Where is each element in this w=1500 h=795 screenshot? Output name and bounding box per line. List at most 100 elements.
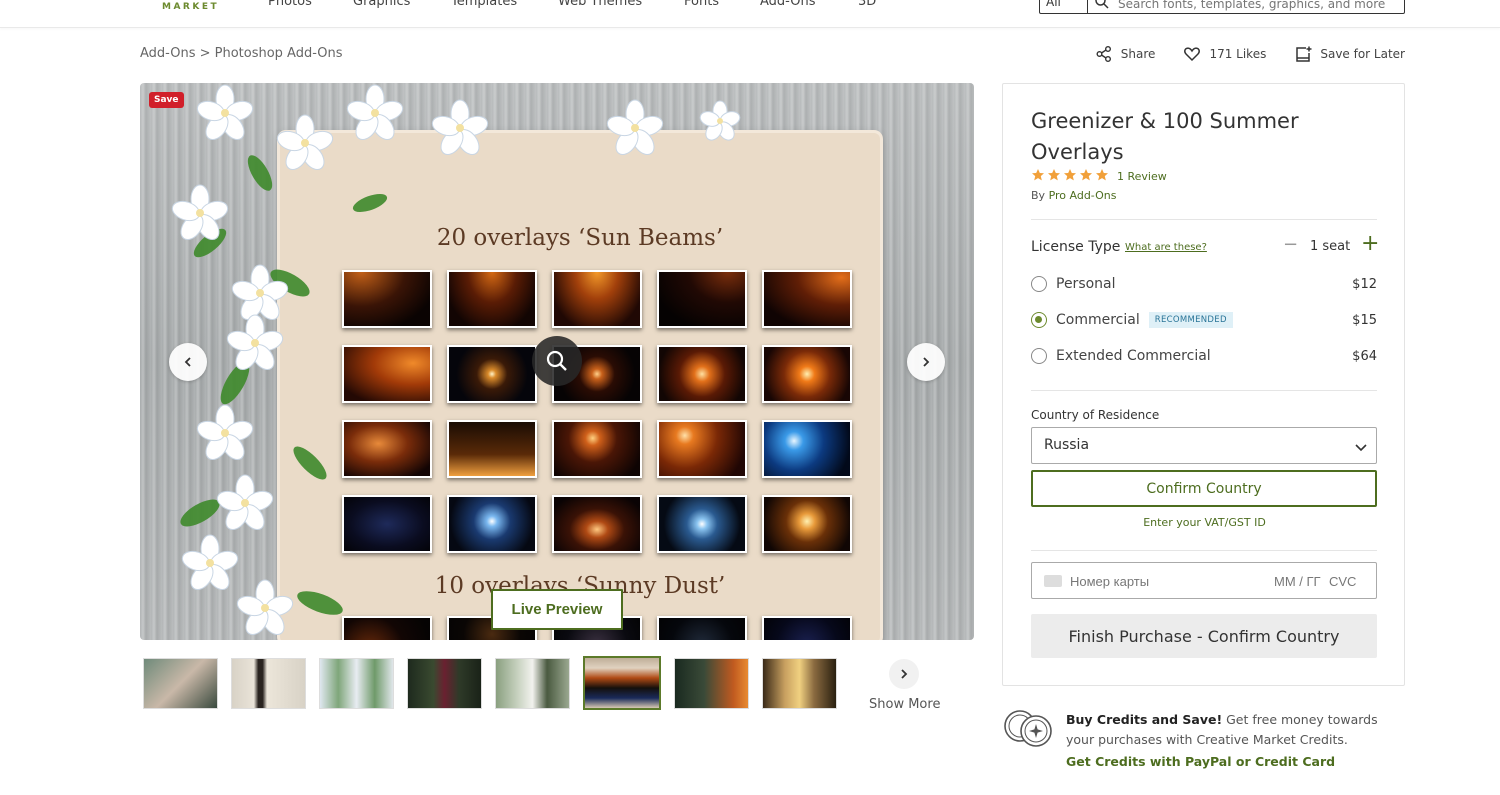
license-option-personal[interactable]: Personal $12 <box>1031 273 1377 295</box>
seat-increment-button[interactable]: + <box>1361 233 1379 255</box>
prev-image-button[interactable] <box>169 343 207 381</box>
overlay-thumb <box>342 345 432 403</box>
heart-icon <box>1184 47 1201 62</box>
radio-extended-commercial[interactable] <box>1031 348 1047 364</box>
get-credits-link[interactable]: Get Credits with PayPal or Credit Card <box>1066 754 1335 769</box>
logo-subtitle: MARKET <box>162 2 220 12</box>
star-icon <box>1080 169 1092 181</box>
pinterest-save-button[interactable]: Save <box>149 92 184 108</box>
confirm-country-button[interactable]: Confirm Country <box>1031 470 1377 507</box>
thumbnail[interactable] <box>319 658 394 709</box>
thumbnail[interactable] <box>407 658 482 709</box>
breadcrumb[interactable]: Add-Ons > Photoshop Add-Ons <box>140 46 343 61</box>
share-icon <box>1096 46 1111 62</box>
radio-commercial[interactable] <box>1031 312 1047 328</box>
overlay-thumb <box>342 616 432 640</box>
overlay-thumb <box>552 495 642 553</box>
overlay-thumb <box>762 420 852 478</box>
nav-photos[interactable]: Photos <box>268 0 312 9</box>
search-category-select[interactable]: All <box>1040 0 1088 13</box>
credit-card-icon <box>1044 575 1062 587</box>
star-icon <box>1064 169 1076 181</box>
overlay-thumb <box>657 495 747 553</box>
thumbnail-active[interactable] <box>583 656 661 710</box>
thumbnail[interactable] <box>143 658 218 709</box>
next-image-button[interactable] <box>907 343 945 381</box>
license-help-link[interactable]: What are these? <box>1125 242 1207 253</box>
overlay-thumb <box>447 345 537 403</box>
overlay-thumb <box>552 420 642 478</box>
license-option-price: $15 <box>1352 312 1377 328</box>
like-button[interactable]: 171 Likes <box>1183 45 1266 63</box>
credits-headline: Buy Credits and Save! <box>1066 712 1223 727</box>
collage-title-sun-beams: 20 overlays ‘Sun Beams’ <box>436 225 724 251</box>
card-number-input[interactable]: Номер карты <box>1070 574 1149 589</box>
license-type-label: License Type <box>1031 239 1121 255</box>
overlay-thumb <box>657 345 747 403</box>
overlay-thumb <box>762 495 852 553</box>
nav-3d[interactable]: 3D <box>858 0 876 9</box>
license-option-label: Personal <box>1056 276 1116 292</box>
overlay-thumb <box>552 270 642 328</box>
share-button[interactable]: Share <box>1095 45 1155 63</box>
license-option-price: $12 <box>1352 276 1377 292</box>
country-select[interactable]: Russia <box>1031 427 1377 464</box>
license-option-extended-commercial[interactable]: Extended Commercial $64 <box>1031 345 1377 367</box>
divider <box>1031 390 1377 391</box>
creative-market-logo[interactable]: MARKET <box>140 0 240 14</box>
overlay-thumb <box>762 345 852 403</box>
by-prefix: By <box>1031 189 1046 202</box>
overlay-thumb <box>657 420 747 478</box>
thumbnail-strip <box>143 656 837 710</box>
live-preview-button[interactable]: Live Preview <box>491 589 623 630</box>
license-option-label: Commercial <box>1056 312 1140 328</box>
product-actions: Share 171 Likes Save for Later <box>1095 45 1405 63</box>
star-icon <box>1048 169 1060 181</box>
likes-count: 171 Likes <box>1209 47 1267 61</box>
search-icon <box>1095 0 1109 9</box>
overlay-thumb <box>762 270 852 328</box>
purchase-panel: Greenizer & 100 Summer Overlays 1 Review… <box>1002 83 1405 686</box>
finish-purchase-button[interactable]: Finish Purchase - Confirm Country <box>1031 614 1377 658</box>
card-cvc-input[interactable]: CVC <box>1329 574 1356 589</box>
country-label: Country of Residence <box>1031 408 1160 422</box>
license-option-price: $64 <box>1352 348 1377 364</box>
save-for-later-button[interactable]: Save for Later <box>1294 45 1405 63</box>
overlay-thumb <box>342 270 432 328</box>
author-link[interactable]: Pro Add-Ons <box>1049 189 1117 202</box>
thumbnail[interactable] <box>495 658 570 709</box>
divider <box>1031 219 1377 220</box>
product-preview-image[interactable]: 20 overlays ‘Sun Beams’ 10 overlays ‘Sun… <box>140 83 974 640</box>
nav-fonts[interactable]: Fonts <box>684 0 719 9</box>
nav-templates[interactable]: Templates <box>451 0 517 9</box>
seat-count: 1 seat <box>1310 239 1351 254</box>
nav-web-themes[interactable]: Web Themes <box>558 0 642 9</box>
license-option-commercial[interactable]: Commercial RECOMMENDED $15 <box>1031 309 1377 331</box>
overlay-thumb <box>447 270 537 328</box>
card-input-field[interactable]: Номер карты ММ / ГГ CVC <box>1031 562 1377 599</box>
nav-add-ons[interactable]: Add-Ons <box>760 0 815 9</box>
thumbnail[interactable] <box>762 658 837 709</box>
save-later-icon <box>1296 46 1312 62</box>
chevron-right-icon <box>923 357 930 367</box>
overlay-thumb <box>342 495 432 553</box>
nav-graphics[interactable]: Graphics <box>353 0 410 9</box>
thumbnail[interactable] <box>231 658 306 709</box>
credits-description: Buy Credits and Save! Get free money tow… <box>1066 710 1396 750</box>
zoom-button[interactable] <box>532 336 582 386</box>
overlay-collage-paper: 20 overlays ‘Sun Beams’ 10 overlays ‘Sun… <box>280 133 880 640</box>
overlay-thumb <box>447 495 537 553</box>
seat-decrement-button[interactable]: − <box>1283 234 1298 255</box>
thumbnail[interactable] <box>674 658 749 709</box>
overlay-grid-sun-beams <box>342 270 852 553</box>
review-count-link[interactable]: 1 Review <box>1117 170 1167 183</box>
search-input[interactable] <box>1088 0 1404 13</box>
show-more-thumbnails[interactable]: Show More <box>869 659 940 712</box>
overlay-thumb <box>342 420 432 478</box>
radio-personal[interactable] <box>1031 276 1047 292</box>
overlay-thumb <box>657 616 747 640</box>
country-value: Russia <box>1044 437 1090 453</box>
show-more-arrow <box>889 659 919 689</box>
card-expiry-input[interactable]: ММ / ГГ <box>1274 574 1321 589</box>
vat-id-link[interactable]: Enter your VAT/GST ID <box>1003 516 1406 529</box>
